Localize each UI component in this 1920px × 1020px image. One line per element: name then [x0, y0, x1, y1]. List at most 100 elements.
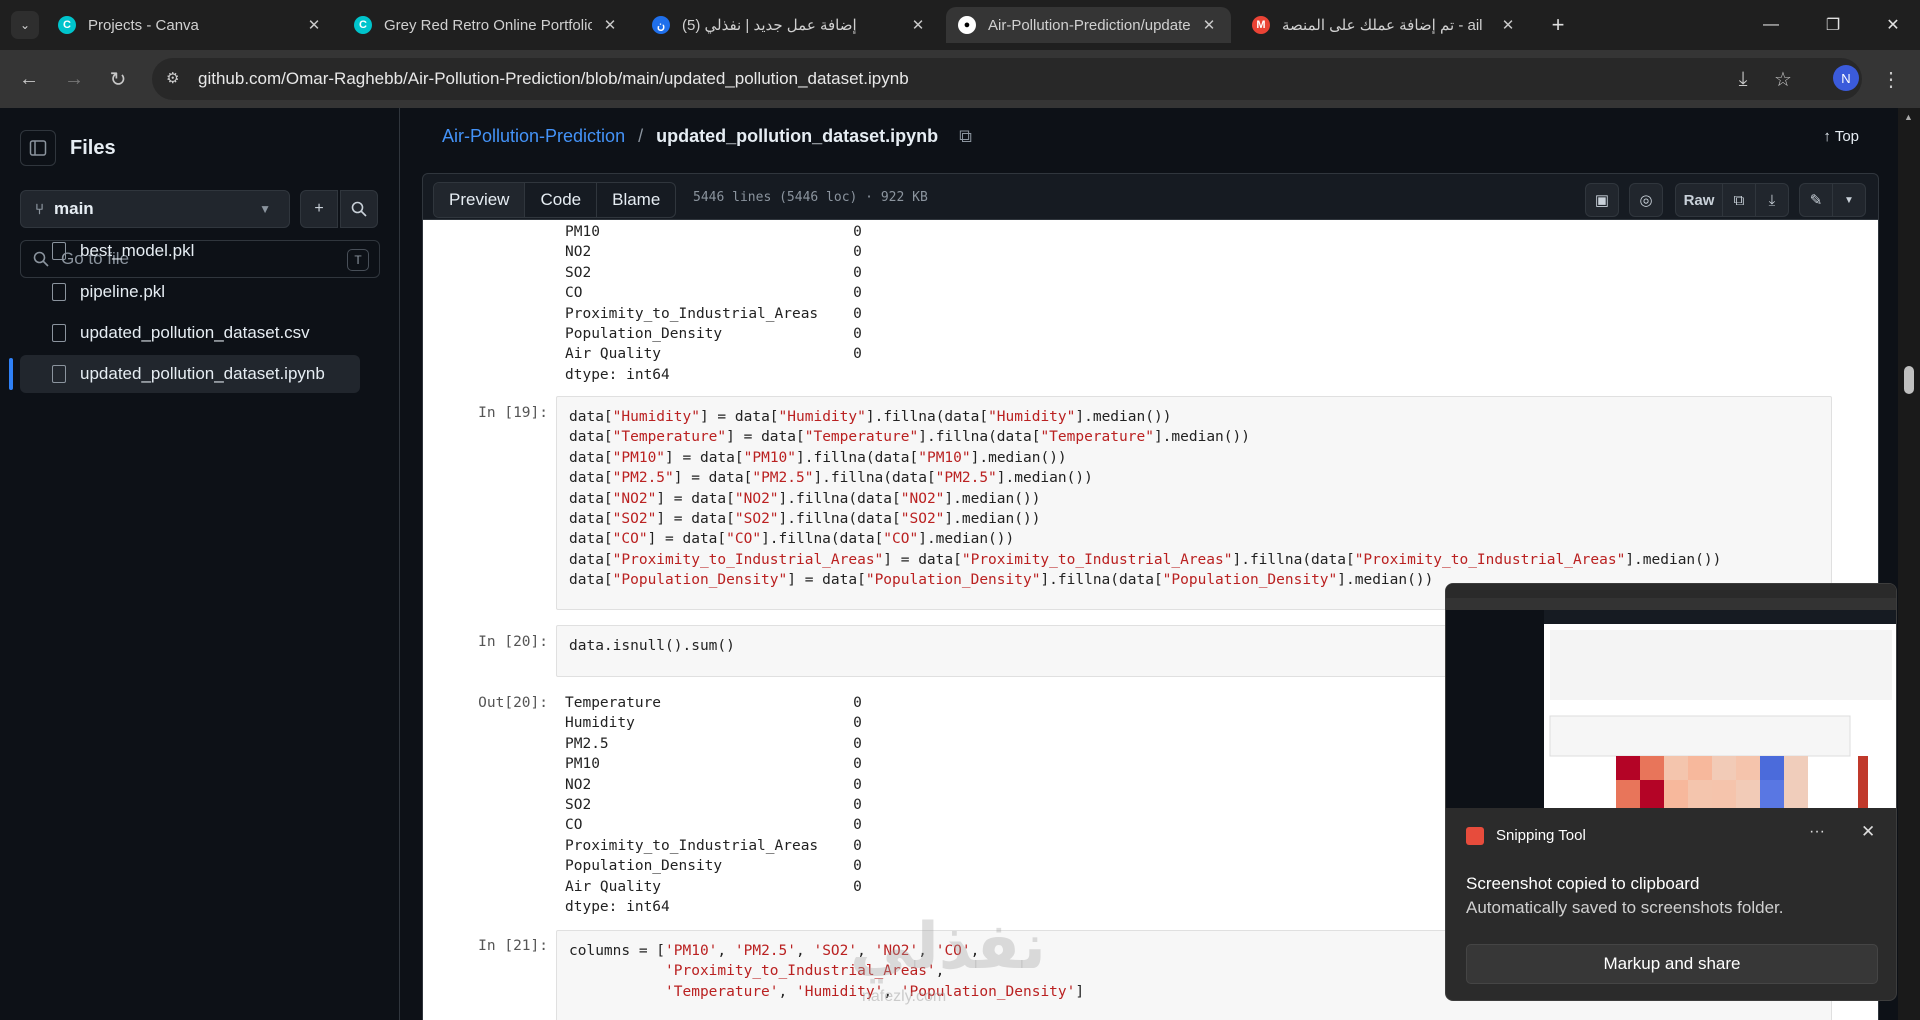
tab-preview[interactable]: Preview — [434, 183, 526, 217]
code-line: Proximity_to_Industrial_Areas 0 — [565, 305, 862, 322]
restore-button[interactable]: ❐ — [1805, 0, 1861, 50]
caret-down-icon: ▼ — [259, 202, 271, 216]
cell-prompt: In [21]: — [478, 938, 548, 954]
url-omnibox[interactable]: ⚙ github.com/Omar-Raghebb/Air-Pollution-… — [152, 58, 1862, 100]
file-meta: 5446 lines (5446 loc) · 922 KB — [693, 190, 928, 205]
branch-icon: ⑂ — [35, 200, 45, 218]
more-edit-options-icon[interactable]: ▼ — [1832, 183, 1866, 217]
add-file-button[interactable]: + — [300, 190, 338, 228]
edit-pencil-icon[interactable]: ✎ — [1799, 183, 1833, 217]
file-tree-item[interactable]: best_model.pkl — [20, 232, 360, 270]
file-tree-item[interactable]: updated_pollution_dataset.ipynb — [20, 355, 360, 393]
browser-menu-icon[interactable]: ⋮ — [1876, 64, 1906, 94]
more-options-icon[interactable]: ··· — [1809, 823, 1825, 841]
copilot-icon[interactable]: ◎ — [1629, 183, 1663, 217]
code-line: dtype: int64 — [565, 899, 670, 916]
close-window-button[interactable]: ✕ — [1865, 0, 1920, 50]
page-scrollbar[interactable]: ▲ — [1898, 108, 1920, 1020]
selected-indicator — [9, 358, 13, 390]
install-app-icon[interactable]: ⤓ — [1728, 64, 1758, 94]
forward-icon[interactable]: → — [59, 64, 89, 94]
code-line: CO 0 — [565, 817, 862, 834]
sidebar-collapse-icon[interactable] — [20, 130, 56, 166]
close-tab-icon[interactable]: ✕ — [304, 16, 324, 34]
file-icon — [52, 242, 66, 260]
address-bar: ← → ↻ ⚙ github.com/Omar-Raghebb/Air-Poll… — [0, 50, 1920, 108]
cell-output: Temperature 0 Humidity 0 PM2.5 0 PM10 0 NO2 … — [565, 693, 862, 917]
file-toolbar: Preview Code Blame 5446 lines (5446 loc)… — [422, 173, 1879, 220]
open-folder-icon[interactable]: ▣ — [1585, 183, 1619, 217]
file-name: best_model.pkl — [80, 241, 195, 260]
browser-tab[interactable]: C Grey Red Retro Online Portfolio ✕ — [342, 7, 632, 43]
repo-link[interactable]: Air-Pollution-Prediction — [442, 126, 625, 146]
close-tab-icon[interactable]: ✕ — [1199, 16, 1219, 34]
browser-tab[interactable]: C Projects - Canva ✕ — [46, 7, 336, 43]
tab-search-button[interactable]: ⌄ — [11, 11, 39, 39]
file-icon — [52, 283, 66, 301]
snipping-tool-logo-icon — [1466, 827, 1484, 845]
file-icon — [52, 324, 66, 342]
close-tab-icon[interactable]: ✕ — [908, 16, 928, 34]
download-icon[interactable]: ⤓ — [1755, 183, 1789, 217]
snip-message: Screenshot copied to clipboard — [1466, 874, 1700, 893]
file-tree-sidebar: Files ⑂ main ▼ + Go to file T best_model… — [0, 108, 400, 1020]
code-line: CO 0 — [565, 285, 862, 302]
previous-output: PM10 0 NO2 0 SO2 0 CO 0 Proximity_to_Industr… — [565, 222, 862, 385]
cell-prompt: In [19]: — [478, 405, 548, 421]
watermark-logo: نفذلي — [850, 910, 1046, 984]
code-line: PM2.5 0 — [565, 735, 862, 752]
scrollbar-thumb[interactable] — [1904, 366, 1914, 394]
close-tab-icon[interactable]: ✕ — [600, 16, 620, 34]
file-header: Air-Pollution-Prediction / updated_pollu… — [422, 108, 1879, 220]
cell-prompt: In [20]: — [478, 634, 548, 650]
snip-app-name: Snipping Tool — [1496, 827, 1586, 844]
minimize-button[interactable]: — — [1743, 0, 1799, 50]
raw-button[interactable]: Raw — [1675, 183, 1723, 217]
site-info-icon[interactable]: ⚙ — [166, 69, 179, 87]
snip-submessage: Automatically saved to screenshots folde… — [1466, 898, 1784, 917]
browser-tab[interactable]: ● Air-Pollution-Prediction/update ✕ — [946, 7, 1231, 43]
code-line: Humidity 0 — [565, 715, 862, 732]
screenshot-thumbnail[interactable] — [1446, 584, 1896, 808]
file-icon — [52, 365, 66, 383]
tab-code[interactable]: Code — [525, 183, 598, 217]
copy-path-icon[interactable]: ⧉ — [959, 126, 972, 146]
browser-tab[interactable]: ن (5) إضافة عمل جديد | نفذلي ✕ — [640, 7, 940, 43]
breadcrumb: Air-Pollution-Prediction / updated_pollu… — [442, 126, 973, 146]
code-line: data["CO"] = data["CO"].fillna(data["CO"… — [569, 531, 1015, 548]
tab-favicon-icon: ن — [652, 16, 670, 34]
tab-title: Air-Pollution-Prediction/update — [988, 16, 1191, 34]
top-button[interactable]: ↑ Top — [1823, 128, 1859, 145]
copy-raw-icon[interactable]: ⧉ — [1722, 183, 1756, 217]
new-tab-button[interactable]: + — [1543, 10, 1573, 40]
search-button[interactable] — [340, 190, 378, 228]
code-line: PM10 0 — [565, 224, 862, 240]
close-icon[interactable]: ✕ — [1861, 822, 1875, 842]
file-tree-item[interactable]: pipeline.pkl — [20, 273, 360, 311]
tab-blame[interactable]: Blame — [597, 183, 675, 217]
code-line: dtype: int64 — [565, 366, 670, 383]
watermark-url: nafezly.com — [862, 988, 947, 1005]
code-line: data.isnull().sum() — [569, 638, 735, 654]
code-line: data["Proximity_to_Industrial_Areas"] = … — [569, 551, 1722, 568]
code-line: data["PM10"] = data["PM10"].fillna(data[… — [569, 449, 1067, 466]
code-cell: data["Humidity"] = data["Humidity"].fill… — [556, 396, 1832, 610]
tab-favicon-icon: M — [1252, 16, 1270, 34]
cell-prompt: Out[20]: — [478, 695, 548, 711]
browser-tab[interactable]: M تم إضافة عملك على المنصة - ail ✕ — [1240, 7, 1530, 43]
profile-avatar[interactable]: N — [1833, 65, 1859, 91]
code-line: Air Quality 0 — [565, 878, 862, 895]
close-tab-icon[interactable]: ✕ — [1498, 16, 1518, 34]
tab-title: Grey Red Retro Online Portfolio — [384, 16, 592, 34]
code-line: PM10 0 — [565, 756, 862, 773]
code-line: data["NO2"] = data["NO2"].fillna(data["N… — [569, 490, 1041, 507]
bookmark-star-icon[interactable]: ☆ — [1768, 64, 1798, 94]
tab-title: Projects - Canva — [88, 16, 199, 34]
markup-share-button[interactable]: Markup and share — [1466, 944, 1878, 984]
file-tree-item[interactable]: updated_pollution_dataset.csv — [20, 314, 360, 352]
branch-selector[interactable]: ⑂ main ▼ — [20, 190, 290, 228]
reload-icon[interactable]: ↻ — [103, 64, 133, 94]
tab-favicon-icon: ● — [958, 16, 976, 34]
back-icon[interactable]: ← — [14, 64, 44, 94]
code-line: data["Temperature"] = data["Temperature"… — [569, 429, 1250, 446]
